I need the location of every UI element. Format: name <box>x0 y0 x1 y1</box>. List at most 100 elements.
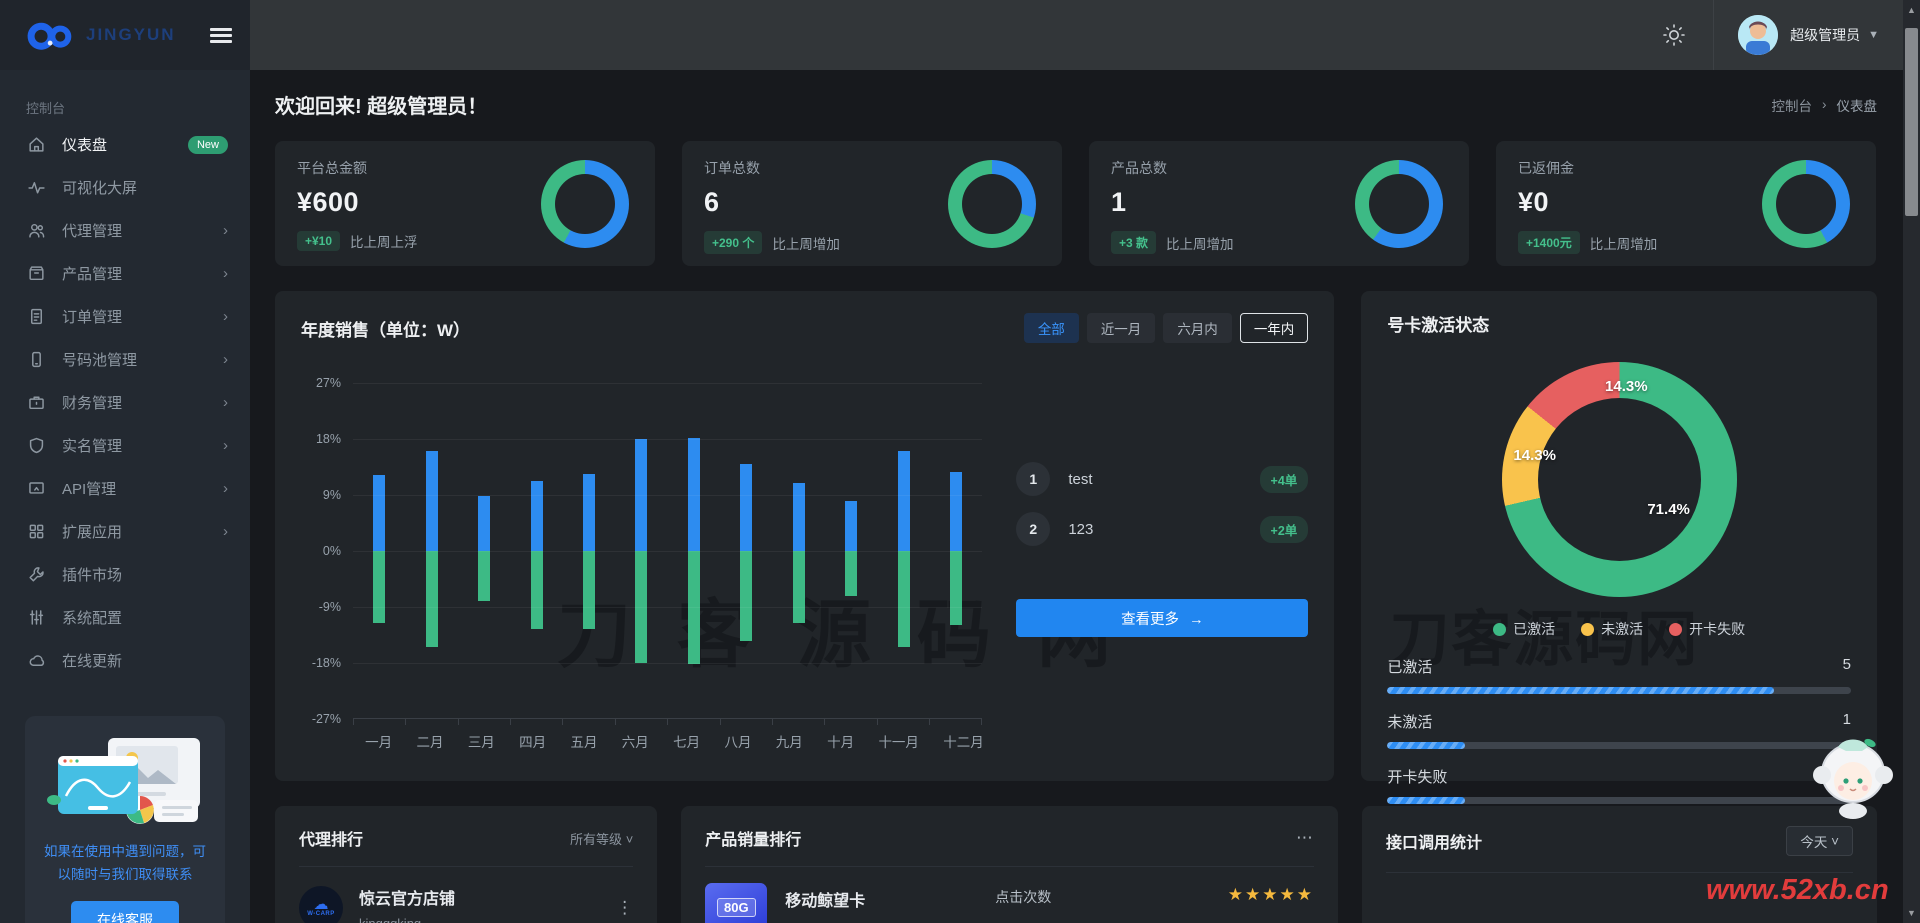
bar-down <box>582 551 595 629</box>
archive-icon <box>26 264 46 284</box>
sidebar-toggle-icon[interactable] <box>210 25 232 46</box>
avatar <box>1738 15 1779 55</box>
breadcrumb: 控制台 › 仪表盘 <box>1772 95 1878 115</box>
agent-name: 惊云官方店铺 <box>359 891 456 908</box>
tab-六月内[interactable]: 六月内 <box>1163 313 1232 343</box>
tab-近一月[interactable]: 近一月 <box>1086 313 1156 343</box>
mascot-sticker <box>1812 735 1894 826</box>
gridline <box>353 663 983 664</box>
progress-label: 开卡失败 <box>1387 769 1448 786</box>
stat-trend-desc: 比上周上浮 <box>350 235 418 250</box>
stat-cards-row: 平台总金额 ¥600 +¥10 比上周上浮 订单总数 6 +290 个比上周增加 产品总数 1 +… <box>275 141 1877 266</box>
bar-down <box>373 551 386 623</box>
annual-sales-card: 刀客源码网 年度销售（单位：W） 全部 近一月 六月内 一年内 27% 18% 9% 0% -… <box>275 291 1335 781</box>
axis-tick <box>667 718 669 725</box>
arrow-right-icon: → <box>1189 611 1204 628</box>
sidebar-item-插件市场[interactable]: 插件市场 <box>0 553 250 596</box>
legend-label: 未激活 <box>1601 621 1644 637</box>
x-tick-label: 四月 <box>519 735 547 750</box>
sidebar-item-财务管理[interactable]: 财务管理 › <box>0 381 250 424</box>
rank-name: 123 <box>1068 520 1094 538</box>
axis-tick <box>771 718 773 725</box>
view-more-button[interactable]: 查看更多 → <box>1016 599 1309 637</box>
ellipsis-menu-icon[interactable]: ⋯ <box>1296 828 1314 848</box>
home-icon <box>26 135 46 155</box>
pulse-icon <box>26 178 46 198</box>
progress-row-已激活: 已激活 5 <box>1387 656 1851 694</box>
sidebar-item-号码池管理[interactable]: 号码池管理 › <box>0 338 250 381</box>
tab-全部[interactable]: 全部 <box>1023 313 1079 343</box>
bar-down <box>530 551 543 629</box>
progress-row-未激活: 未激活 1 <box>1387 711 1851 749</box>
clicks-label: 点击次数 <box>995 889 1052 905</box>
sidebar-item-仪表盘[interactable]: 仪表盘 New <box>0 123 250 166</box>
support-button[interactable]: 在线客服 <box>71 900 179 923</box>
bar-down <box>740 551 753 641</box>
x-tick-label: 十月 <box>827 735 855 750</box>
rank-badge: +2单 <box>1259 515 1309 543</box>
stat-donut-chart <box>1355 159 1443 248</box>
api-range-filter[interactable]: 今天 ˅ <box>1786 826 1853 856</box>
sidebar-item-订单管理[interactable]: 订单管理 › <box>0 295 250 338</box>
scrollbar-thumb[interactable] <box>1905 28 1918 216</box>
axis-tick <box>353 718 354 725</box>
sidebar-menu: 仪表盘 New 可视化大屏 代理管理 › 产品管理 › 订单管理 › 号码池管理 › 财务管理 › 实名管… <box>0 123 250 682</box>
bar-down <box>845 551 858 596</box>
chevron-down-icon: ˅ <box>1831 833 1839 849</box>
y-tick-label: 27% <box>315 376 341 390</box>
chevron-right-icon: › <box>223 351 228 368</box>
bar-down <box>897 551 910 647</box>
sidebar-item-实名管理[interactable]: 实名管理 › <box>0 424 250 467</box>
y-tick-label: -18% <box>311 656 341 670</box>
sliders-icon <box>26 608 46 628</box>
axis-tick <box>562 718 564 725</box>
page-scrollbar[interactable]: ▲ ▼ <box>1903 0 1920 923</box>
theme-toggle-icon[interactable] <box>1661 22 1687 48</box>
sidebar-item-代理管理[interactable]: 代理管理 › <box>0 209 250 252</box>
stat-donut-chart <box>1762 159 1850 248</box>
sidebar-item-系统配置[interactable]: 系统配置 <box>0 596 250 639</box>
progress-track <box>1387 742 1851 749</box>
brand-logo-text: JINGYUN <box>86 25 176 44</box>
legend-dot <box>1669 622 1683 636</box>
gridline <box>353 495 983 496</box>
agent-level-filter[interactable]: 所有等级 ˅ <box>570 829 633 848</box>
bar-up <box>897 451 910 551</box>
scroll-down-icon[interactable]: ▼ <box>1903 908 1920 918</box>
scroll-up-icon[interactable]: ▲ <box>1903 5 1920 15</box>
y-tick-label: 9% <box>322 488 341 502</box>
bar-down <box>478 551 491 601</box>
sidebar-item-label: 扩展应用 <box>62 524 123 541</box>
breadcrumb-root[interactable]: 控制台 <box>1772 95 1813 115</box>
sidebar-item-label: 财务管理 <box>62 395 123 412</box>
donut-legend: 已激活 未激活 开卡失败 <box>1387 619 1851 639</box>
agent-list-item[interactable]: ☁ W-CARP 惊云官方店铺 kingqqking ⋮ <box>299 885 633 923</box>
stat-card-订单总数: 订单总数 6 +290 个比上周增加 <box>682 141 1062 266</box>
user-menu[interactable]: 超级管理员 ▼ <box>1713 0 1903 70</box>
rank-row[interactable]: 2 123 +2单 <box>1016 505 1309 553</box>
sidebar-item-可视化大屏[interactable]: 可视化大屏 <box>0 166 250 209</box>
document-icon <box>26 307 46 327</box>
bar-up <box>740 464 753 551</box>
sidebar-item-在线更新[interactable]: 在线更新 <box>0 639 250 682</box>
x-tick-label: 十一月 <box>878 735 919 750</box>
sidebar-item-API管理[interactable]: API管理 › <box>0 467 250 510</box>
help-text: 如果在使用中遇到问题，可以随时与我们取得联系 <box>44 844 206 882</box>
chevron-right-icon: › <box>223 308 228 325</box>
x-tick-label: 十二月 <box>943 735 984 750</box>
sidebar-item-扩展应用[interactable]: 扩展应用 › <box>0 510 250 553</box>
bar-up <box>373 475 386 551</box>
product-list-item[interactable]: 80G 移动鲸望卡 点击次数 240K ★★★★★ 1234单 <box>705 883 1314 923</box>
legend-label: 已激活 <box>1513 621 1556 637</box>
tab-一年内[interactable]: 一年内 <box>1239 313 1309 343</box>
stat-trend-badge: +290 个 <box>704 231 763 254</box>
rank-row[interactable]: 1 test +4单 <box>1016 455 1309 503</box>
activation-title: 号卡激活状态 <box>1387 316 1490 335</box>
progress-fill <box>1387 797 1465 804</box>
sidebar-item-产品管理[interactable]: 产品管理 › <box>0 252 250 295</box>
rank-badge: +4单 <box>1259 465 1309 493</box>
kebab-menu-icon[interactable]: ⋮ <box>616 898 633 918</box>
help-illustration <box>47 738 200 824</box>
bar-up <box>792 483 805 551</box>
wrench-icon <box>26 565 46 585</box>
